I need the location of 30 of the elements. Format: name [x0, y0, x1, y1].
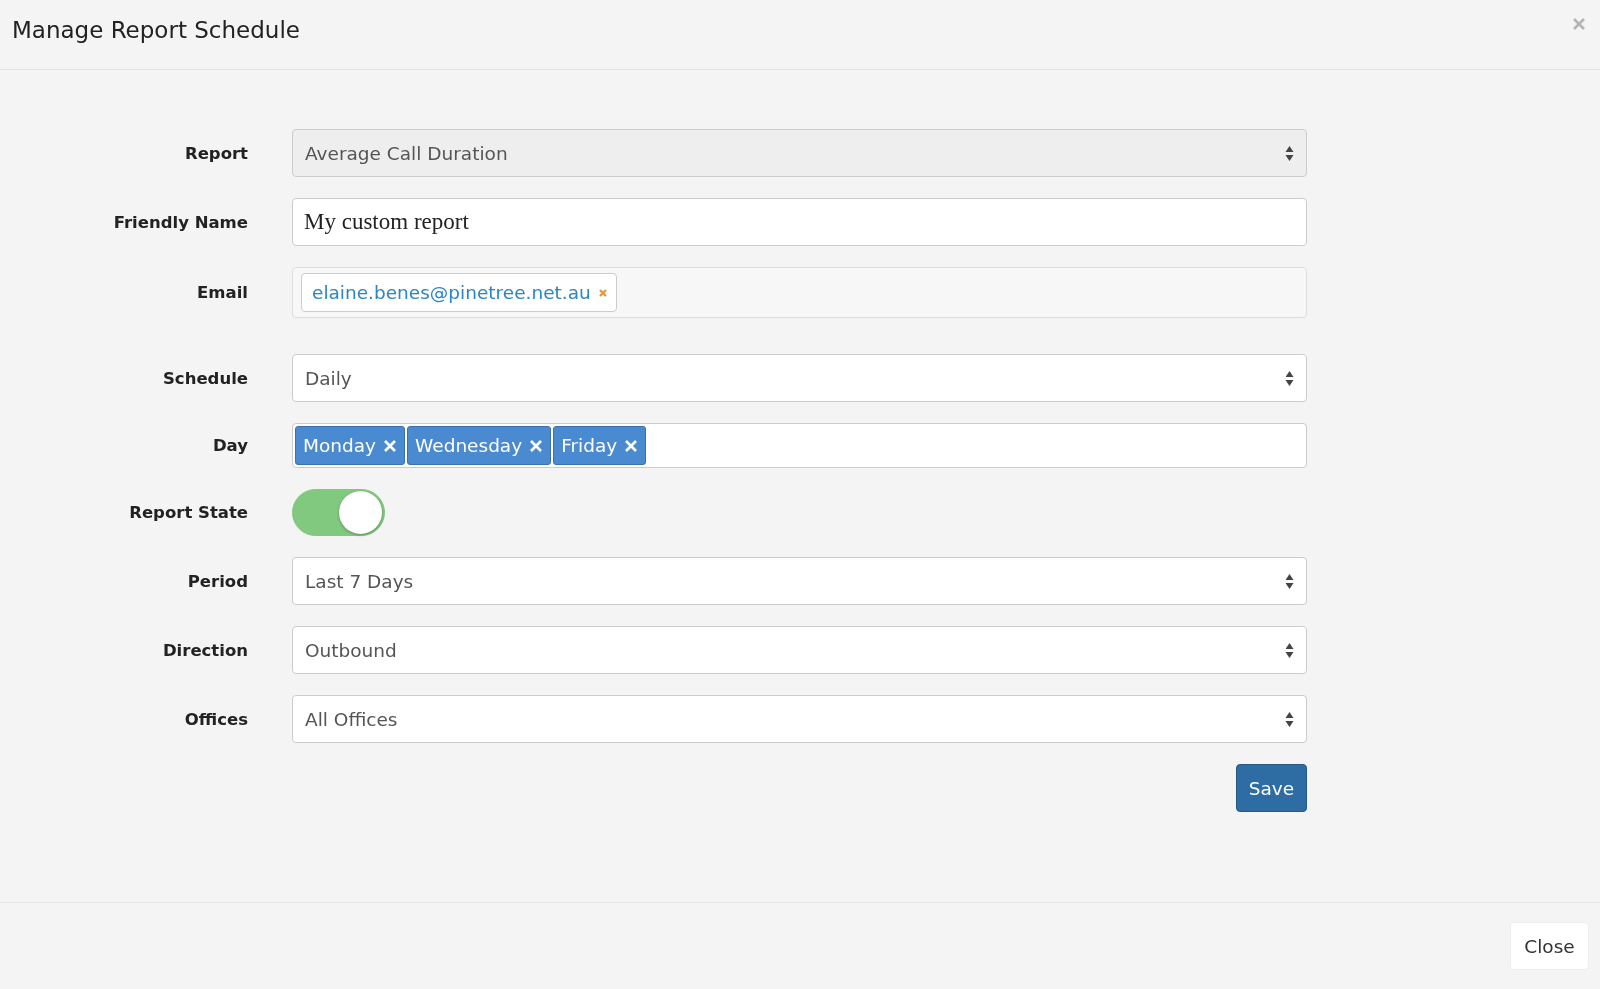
save-button[interactable]: Save [1236, 764, 1307, 812]
select-field[interactable]: Last 7 Days [292, 557, 1307, 605]
close-icon[interactable] [1572, 16, 1586, 31]
field-label: Friendly Name [112, 212, 248, 232]
field-label: Period [186, 571, 248, 591]
day-name: Wednesday [415, 435, 523, 456]
email-address: elaine.benes@pinetree.net.au [312, 282, 591, 303]
field-label: Report State [128, 503, 248, 522]
dialog-title: Manage Report Schedule [12, 16, 300, 43]
remove-icon[interactable] [597, 287, 608, 298]
day-name: Friday [561, 435, 618, 456]
sort-arrows-icon [1285, 710, 1294, 728]
select-field[interactable]: Daily [292, 354, 1307, 402]
select-field[interactable]: All Offices [292, 695, 1307, 743]
field-label: Report [183, 143, 248, 163]
email-tags-field[interactable]: elaine.benes@pinetree.net.au [292, 267, 1307, 318]
field-label: Offices [183, 709, 248, 729]
text-input[interactable]: My custom report [292, 198, 1307, 246]
field-label: Email [196, 283, 248, 302]
day-name: Monday [303, 435, 377, 456]
sort-arrows-icon [1285, 369, 1294, 387]
field-label: Schedule [162, 368, 248, 388]
field-label: Direction [161, 640, 248, 660]
close-button[interactable]: Close [1510, 922, 1589, 970]
toggle-switch[interactable] [292, 489, 385, 536]
sort-arrows-icon [1285, 144, 1294, 162]
sort-arrows-icon [1285, 641, 1294, 659]
field-label: Day [211, 436, 248, 455]
sort-arrows-icon [1285, 572, 1294, 590]
select-field[interactable]: Outbound [292, 626, 1307, 674]
